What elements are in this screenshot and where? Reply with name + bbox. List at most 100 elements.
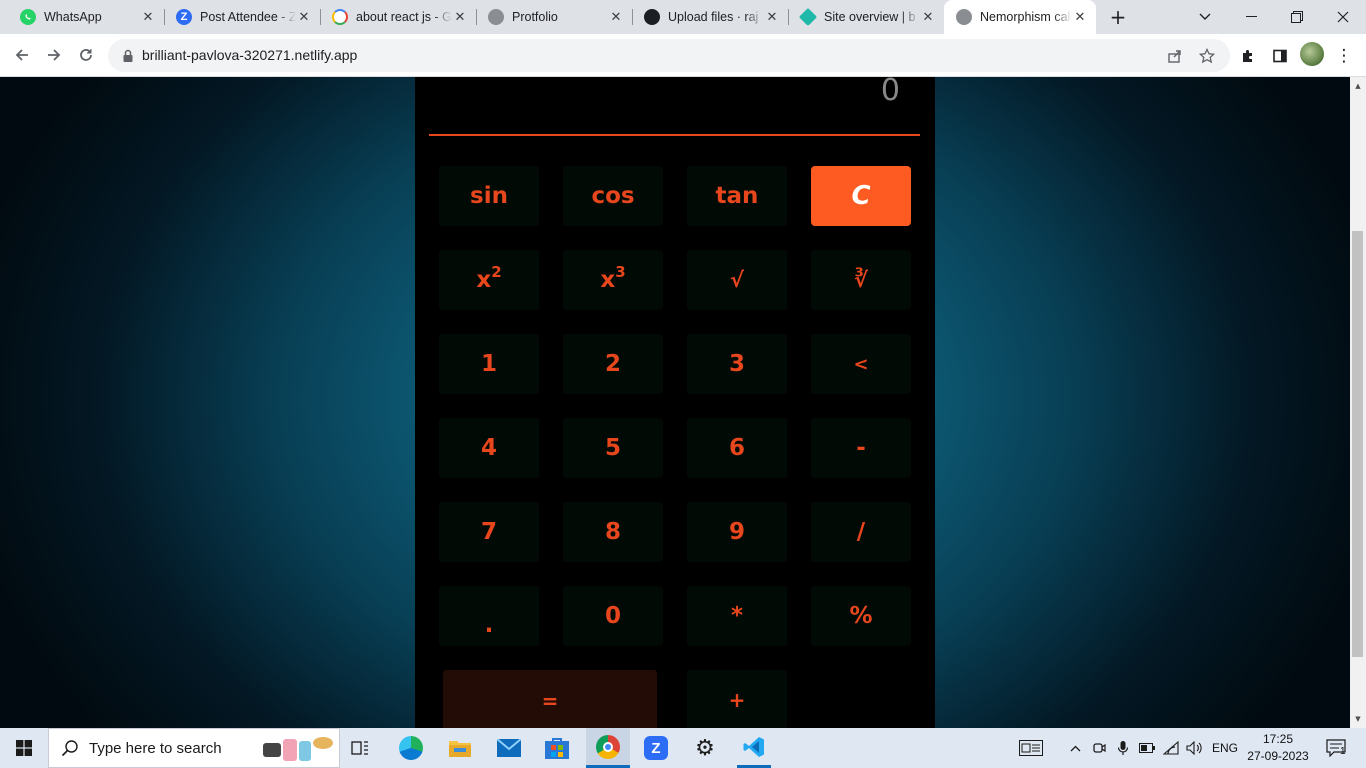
windows-start-icon[interactable]	[0, 728, 48, 768]
address-bar[interactable]: brilliant-pavlova-320271.netlify.app	[108, 39, 1230, 72]
cos-button[interactable]: cos	[563, 166, 663, 226]
menu-kebab-icon[interactable]: ⋮	[1334, 46, 1354, 66]
close-icon[interactable]: ✕	[608, 9, 624, 25]
clock-time: 17:25	[1262, 732, 1294, 746]
tab-title: about react js - Google Search	[356, 10, 452, 24]
square-button[interactable]: x2	[439, 250, 539, 310]
back-button[interactable]	[8, 41, 36, 69]
search-placeholder: Type here to search	[89, 739, 222, 757]
forward-button[interactable]	[40, 41, 68, 69]
volume-icon[interactable]	[1185, 728, 1205, 768]
file-explorer-icon[interactable]	[443, 728, 477, 768]
edge-browser-icon[interactable]	[394, 728, 428, 768]
task-view-icon[interactable]	[343, 728, 377, 768]
tab-zoom[interactable]: Z Post Attendee - Zoom ✕	[164, 0, 321, 34]
scrollbar-thumb[interactable]	[1352, 231, 1363, 657]
scroll-down-arrow-icon[interactable]: ▼	[1350, 712, 1366, 726]
tab-title: Site overview | b	[824, 10, 916, 24]
digit-6-button[interactable]: 6	[687, 418, 787, 478]
microphone-icon[interactable]	[1114, 728, 1132, 768]
side-panel-icon[interactable]	[1270, 46, 1290, 66]
settings-gear-icon[interactable]: ⚙	[688, 728, 722, 768]
square-base: x	[476, 267, 492, 293]
close-icon[interactable]: ✕	[140, 9, 156, 25]
chrome-icon[interactable]	[586, 728, 630, 768]
tab-google[interactable]: about react js - Google Search ✕	[320, 0, 477, 34]
zoom-icon: Z	[176, 9, 192, 25]
google-icon	[332, 9, 348, 25]
digit-3-button[interactable]: 3	[687, 334, 787, 394]
notifications-icon[interactable]: 1	[1318, 728, 1354, 768]
square-exponent: 2	[491, 263, 502, 281]
zoom-app-icon[interactable]: Z	[639, 728, 673, 768]
microsoft-store-icon[interactable]	[540, 728, 574, 768]
close-icon[interactable]: ✕	[1072, 9, 1088, 25]
new-tab-button[interactable]: +	[1096, 0, 1140, 34]
divide-button[interactable]: /	[811, 502, 911, 562]
tab-github[interactable]: Upload files · raj ✕	[632, 0, 789, 34]
close-window-button[interactable]	[1320, 0, 1366, 34]
equals-button[interactable]: =	[443, 670, 657, 728]
arrow-left-icon	[15, 49, 28, 61]
tab-title: Upload files · raj	[668, 10, 759, 24]
page-scrollbar[interactable]: ▲ ▼	[1350, 77, 1366, 728]
tab-title: WhatsApp	[44, 10, 102, 24]
taskbar-search-box[interactable]: Type here to search	[48, 728, 340, 768]
digit-0-button[interactable]: 0	[563, 586, 663, 646]
tab-whatsapp[interactable]: WhatsApp ✕	[8, 0, 165, 34]
calculator-display: 0	[880, 77, 900, 108]
news-widget-icon[interactable]	[1016, 728, 1046, 768]
meet-now-icon[interactable]	[1090, 728, 1108, 768]
arrow-right-icon	[48, 49, 61, 61]
restore-button[interactable]	[1274, 0, 1320, 34]
minus-button[interactable]: -	[811, 418, 911, 478]
digit-1-button[interactable]: 1	[439, 334, 539, 394]
cube-root-button[interactable]: ∛	[811, 250, 911, 310]
tab-portfolio[interactable]: Protfolio ✕	[476, 0, 633, 34]
digit-7-button[interactable]: 7	[439, 502, 539, 562]
digit-8-button[interactable]: 8	[563, 502, 663, 562]
calculator: 0 sin cos tan C x2 x3 √ ∛ 1 2 3 < 4 5 6 …	[415, 77, 935, 728]
tab-netlify[interactable]: Site overview | b ✕	[788, 0, 944, 34]
tan-button[interactable]: tan	[687, 166, 787, 226]
percent-button[interactable]: %	[811, 586, 911, 646]
plus-button[interactable]: +	[687, 670, 787, 728]
page-content: 0 sin cos tan C x2 x3 √ ∛ 1 2 3 < 4 5 6 …	[0, 77, 1350, 728]
reload-icon	[80, 49, 92, 61]
digit-5-button[interactable]: 5	[563, 418, 663, 478]
profile-avatar[interactable]	[1300, 42, 1324, 66]
share-icon[interactable]	[1166, 47, 1184, 65]
input-language[interactable]: ENG	[1210, 728, 1240, 768]
bookmark-star-icon[interactable]	[1198, 47, 1216, 65]
digit-2-button[interactable]: 2	[563, 334, 663, 394]
cube-button[interactable]: x3	[563, 250, 663, 310]
reload-button[interactable]	[72, 41, 100, 69]
mail-icon[interactable]	[492, 728, 526, 768]
lock-icon	[123, 49, 133, 62]
clear-button[interactable]: C	[811, 166, 911, 226]
multiply-button[interactable]: *	[687, 586, 787, 646]
minimize-button[interactable]	[1228, 0, 1274, 34]
search-icon	[61, 740, 78, 757]
backspace-button[interactable]: <	[811, 334, 911, 394]
wifi-icon[interactable]	[1162, 728, 1180, 768]
sin-button[interactable]: sin	[439, 166, 539, 226]
square-root-button[interactable]: √	[687, 250, 787, 310]
tab-nemorphism-calculator[interactable]: Nemorphism calculator ✕	[944, 0, 1096, 34]
close-icon[interactable]: ✕	[920, 9, 936, 25]
tab-search-chevron-icon[interactable]	[1182, 0, 1228, 34]
close-icon[interactable]: ✕	[764, 9, 780, 25]
decimal-point-button[interactable]: .	[439, 586, 539, 646]
close-icon[interactable]: ✕	[452, 9, 468, 25]
digit-4-button[interactable]: 4	[439, 418, 539, 478]
show-hidden-icons-chevron-icon[interactable]	[1066, 728, 1084, 768]
close-icon[interactable]: ✕	[296, 9, 312, 25]
clock[interactable]: 17:25 27-09-2023	[1244, 731, 1312, 765]
battery-icon[interactable]	[1138, 728, 1156, 768]
vscode-icon[interactable]	[737, 728, 771, 768]
digit-9-button[interactable]: 9	[687, 502, 787, 562]
scroll-up-arrow-icon[interactable]: ▲	[1350, 79, 1366, 93]
extensions-icon[interactable]	[1238, 46, 1258, 66]
cube-base: x	[600, 267, 616, 293]
url-text[interactable]: brilliant-pavlova-320271.netlify.app	[142, 47, 357, 63]
